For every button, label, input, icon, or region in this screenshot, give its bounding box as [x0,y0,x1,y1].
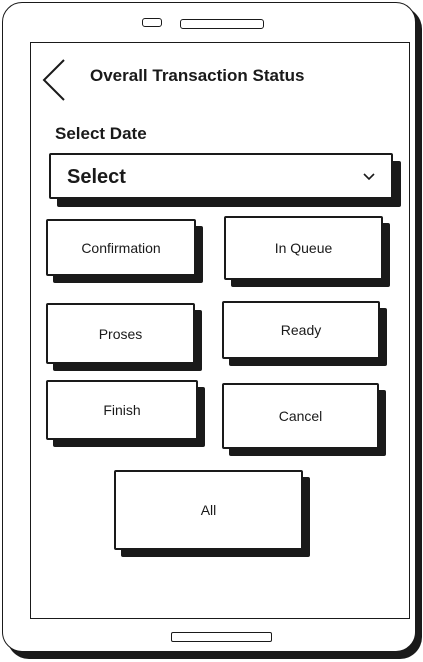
cancel-button-label: Cancel [278,408,323,424]
finish-button-label: Finish [103,402,141,418]
date-select-value: Select [67,166,126,188]
cancel-button[interactable]: Cancel [222,383,379,449]
confirmation-button[interactable]: Confirmation [46,219,196,276]
home-indicator[interactable] [171,632,272,642]
confirmation-button-label: Confirmation [81,239,161,256]
back-button[interactable] [40,58,70,102]
ready-button-label: Ready [280,322,322,338]
chevron-left-icon [42,59,65,101]
date-select-dropdown[interactable]: Select [49,153,393,199]
in-queue-button-label: In Queue [274,240,333,256]
all-button-label: All [200,502,217,518]
finish-button[interactable]: Finish [46,380,198,440]
select-date-label: Select Date [55,124,147,143]
proses-button-label: Proses [98,325,143,342]
chevron-down-icon [363,173,375,181]
ready-button[interactable]: Ready [222,301,380,359]
proses-button[interactable]: Proses [46,303,195,364]
page-title: Overall Transaction Status [90,66,305,85]
in-queue-button[interactable]: In Queue [224,216,383,280]
speaker-icon [180,19,264,29]
all-button[interactable]: All [114,470,303,550]
camera-icon [142,18,162,27]
